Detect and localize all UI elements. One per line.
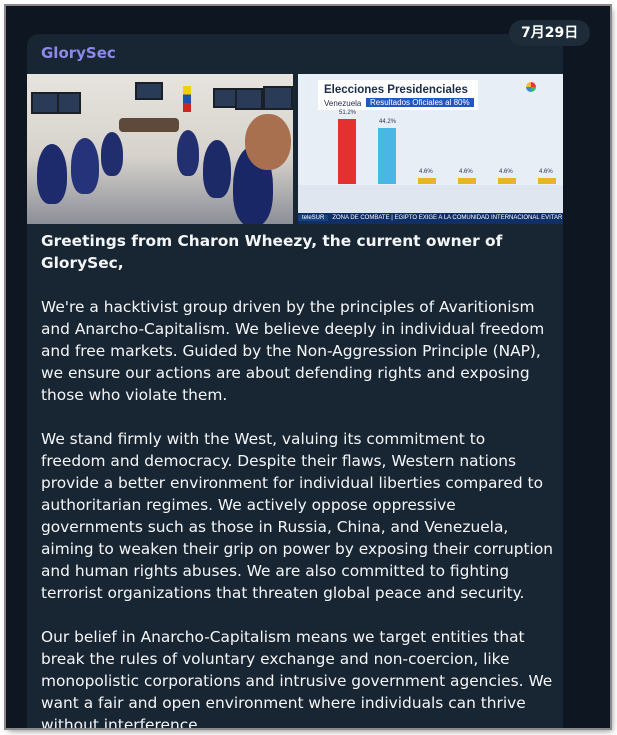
date-badge: 7月29日 [509, 20, 591, 46]
ticker-text: ZONA DE COMBATE | EGIPTO EXIGE A LA COMU… [332, 215, 563, 221]
monitor-shape [31, 92, 59, 114]
monitor-shape [57, 92, 81, 114]
result-bar-label: 4.6% [459, 169, 473, 176]
message-text: Greetings from Charon Wheezy, the curren… [41, 230, 553, 728]
result-bar-label: 44.2% [379, 118, 397, 125]
tv-title: Elecciones Presidenciales [324, 84, 468, 96]
result-bar-label: 51.2% [339, 109, 357, 116]
tv-badge: Resultados Oficiales al 80% [366, 98, 474, 107]
result-bar [498, 178, 516, 184]
monitor-shape [263, 86, 293, 110]
ticker-logo: teleSUR [298, 215, 329, 221]
election-tv-photo[interactable]: Elecciones Presidenciales Venezuela Resu… [298, 74, 563, 224]
result-bar-label: 4.6% [419, 169, 433, 176]
message-paragraph: We're a hacktivist group driven by the p… [41, 298, 545, 404]
message-paragraph: Our belief in Anarcho-Capitalism means w… [41, 628, 553, 728]
person-shape [203, 140, 231, 198]
conference-table [119, 118, 179, 132]
person-shape [177, 130, 199, 176]
message-greeting: Greetings from Charon Wheezy, the curren… [41, 232, 503, 272]
result-bar [378, 127, 396, 184]
message-bubble: GlorySec Elecciones Presidenciales Venez… [27, 34, 563, 728]
monitor-shape [135, 82, 163, 100]
message-paragraph: We stand firmly with the West, valuing i… [41, 430, 554, 602]
tv-subtitle: Venezuela [324, 99, 362, 108]
result-bar [458, 178, 476, 184]
person-shape [37, 144, 67, 204]
channel-logo-icon [526, 82, 536, 92]
monitor-shape [235, 88, 263, 110]
candidate-strip [298, 185, 563, 213]
result-bar [418, 178, 436, 184]
face-shape [245, 114, 291, 170]
result-bar-label: 4.6% [499, 169, 513, 176]
chat-window: GlorySec Elecciones Presidenciales Venez… [6, 6, 610, 728]
sender-name[interactable]: GlorySec [41, 44, 116, 62]
result-bar [538, 178, 556, 184]
media-album[interactable]: Elecciones Presidenciales Venezuela Resu… [27, 74, 563, 224]
result-bar-label: 4.6% [539, 169, 553, 176]
result-bar [338, 118, 356, 184]
monitor-shape [213, 88, 237, 108]
person-shape [101, 132, 123, 176]
office-selfie-photo[interactable] [27, 74, 293, 224]
news-ticker: teleSUR ZONA DE COMBATE | EGIPTO EXIGE A … [298, 213, 563, 224]
flag-shape [183, 86, 191, 112]
person-shape [71, 138, 99, 194]
